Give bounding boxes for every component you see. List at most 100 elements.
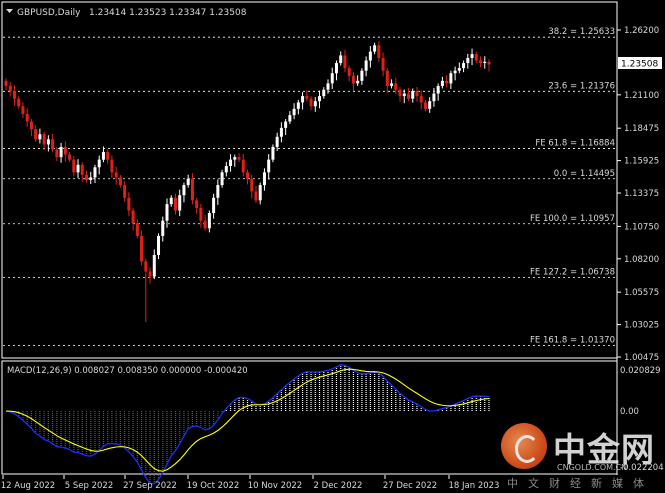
- candle-body: [407, 93, 410, 99]
- candle-body: [466, 57, 470, 64]
- candle-body: [165, 204, 169, 221]
- candle-body: [326, 83, 330, 90]
- symbol-timeframe-label: GBPUSD,Daily: [17, 8, 81, 18]
- candle-body: [46, 139, 50, 145]
- candle-body: [106, 152, 110, 160]
- candle-body: [428, 101, 432, 109]
- candle-body: [313, 101, 317, 107]
- time-tick-label: 19 Oct 2022: [187, 481, 240, 491]
- price-axis: 1.26200 1.21100 1.18475 1.15925 1.13375 1.107…: [617, 26, 659, 363]
- candle-body: [462, 63, 466, 69]
- candle-body: [440, 80, 444, 86]
- candle-body: [453, 70, 457, 74]
- candle-body: [63, 146, 67, 155]
- candle-body: [29, 121, 33, 130]
- candle-body: [93, 167, 97, 178]
- fib-level-label: FE 161.8 = 1.01370: [530, 336, 615, 346]
- candle-body: [123, 185, 127, 198]
- candle-body: [483, 61, 487, 64]
- candle-body: [309, 98, 313, 107]
- price-tick-label: 1.08200: [624, 255, 659, 265]
- candle-body: [233, 157, 237, 160]
- candle-body: [55, 149, 59, 158]
- candle-body: [237, 157, 241, 160]
- fib-level-label: 0.0 = 1.14495: [554, 169, 615, 179]
- candle-body: [254, 191, 258, 201]
- candle-body: [148, 271, 152, 277]
- candle-body: [89, 177, 93, 180]
- candle-body: [449, 73, 453, 84]
- time-tick-label: 27 Dec 2022: [383, 481, 437, 491]
- candle-body: [72, 159, 76, 173]
- candle-body: [279, 127, 283, 137]
- candle-body: [423, 102, 427, 109]
- time-tick-label: 18 Jan 2023: [449, 481, 500, 491]
- candle-body: [411, 91, 415, 99]
- candle-body: [157, 235, 161, 255]
- candle-body: [12, 91, 16, 99]
- candle-body: [246, 172, 249, 179]
- candle-body: [21, 106, 25, 114]
- time-tick-label: 10 Nov 2022: [248, 481, 302, 491]
- time-tick-label: 2 Dec 2022: [314, 481, 363, 491]
- candle-body: [364, 60, 368, 71]
- time-tick-label: 5 Sep 2022: [65, 481, 113, 491]
- candle-body: [25, 113, 29, 122]
- candle-body: [275, 136, 279, 147]
- ohlc-readout: 1.23414 1.23523 1.23347 1.23508: [89, 8, 247, 18]
- symbol-menu-arrow-icon[interactable]: [6, 9, 13, 13]
- watermark-tagline: 中文财经新媒体: [507, 477, 654, 490]
- candle-body: [127, 197, 131, 211]
- candle-body: [381, 57, 385, 71]
- candle-body: [250, 178, 254, 192]
- fib-level-label: FE 61.8 = 1.16884: [535, 138, 615, 148]
- candle-body: [356, 80, 360, 84]
- candle-body: [415, 91, 419, 97]
- candle-body: [220, 172, 224, 186]
- candle-body: [258, 185, 262, 201]
- main-pane-frame: [1, 1, 618, 359]
- candle-body: [85, 174, 88, 180]
- candle-body: [343, 55, 347, 69]
- candle-body: [178, 195, 182, 211]
- candle-body: [195, 200, 199, 208]
- macd-signal-line: [5, 368, 490, 472]
- fib-level-label: FE 100.0 = 1.10957: [530, 214, 615, 224]
- candle-body: [68, 154, 72, 160]
- candle-body: [38, 134, 42, 140]
- candle-body: [394, 83, 398, 90]
- price-tick-label: 1.13375: [624, 189, 659, 199]
- candle-body: [114, 172, 118, 178]
- price-tick-label: 1.18475: [624, 124, 659, 134]
- candle-body: [34, 129, 38, 140]
- candle-body: [402, 93, 406, 97]
- candle-body: [457, 68, 461, 71]
- candle-body: [118, 177, 122, 186]
- candle-body: [267, 159, 271, 173]
- candle-body: [173, 197, 177, 211]
- candle-body: [479, 60, 483, 64]
- candle-body: [377, 45, 381, 58]
- macd-main-line: [5, 364, 490, 485]
- macd-label: MACD(12,26,9) 0.008027 0.008350 0.000000…: [7, 366, 248, 376]
- candle-body: [152, 254, 156, 277]
- candle-body: [42, 134, 46, 145]
- candle-body: [8, 85, 12, 92]
- candle-body: [301, 96, 305, 103]
- candle-body: [347, 68, 351, 76]
- candle-body: [101, 152, 105, 160]
- price-tick-label: 1.10750: [624, 222, 659, 232]
- candle-body: [318, 96, 322, 102]
- candle-body: [4, 80, 8, 86]
- candle-body: [470, 54, 474, 58]
- macd-indicator: [5, 364, 490, 485]
- candle-body: [207, 213, 211, 229]
- candle-body: [445, 80, 449, 84]
- candle-body: [51, 139, 55, 150]
- candle-body: [330, 73, 334, 84]
- time-tick-label: 27 Sep 2022: [123, 481, 177, 491]
- candle-body: [296, 102, 300, 109]
- fibonacci-levels: 38.2 = 1.25633 23.6 = 1.21376 FE 61.8 = 1.…: [3, 27, 616, 347]
- candle-body: [190, 178, 194, 201]
- cngold-logo-icon: [501, 423, 547, 469]
